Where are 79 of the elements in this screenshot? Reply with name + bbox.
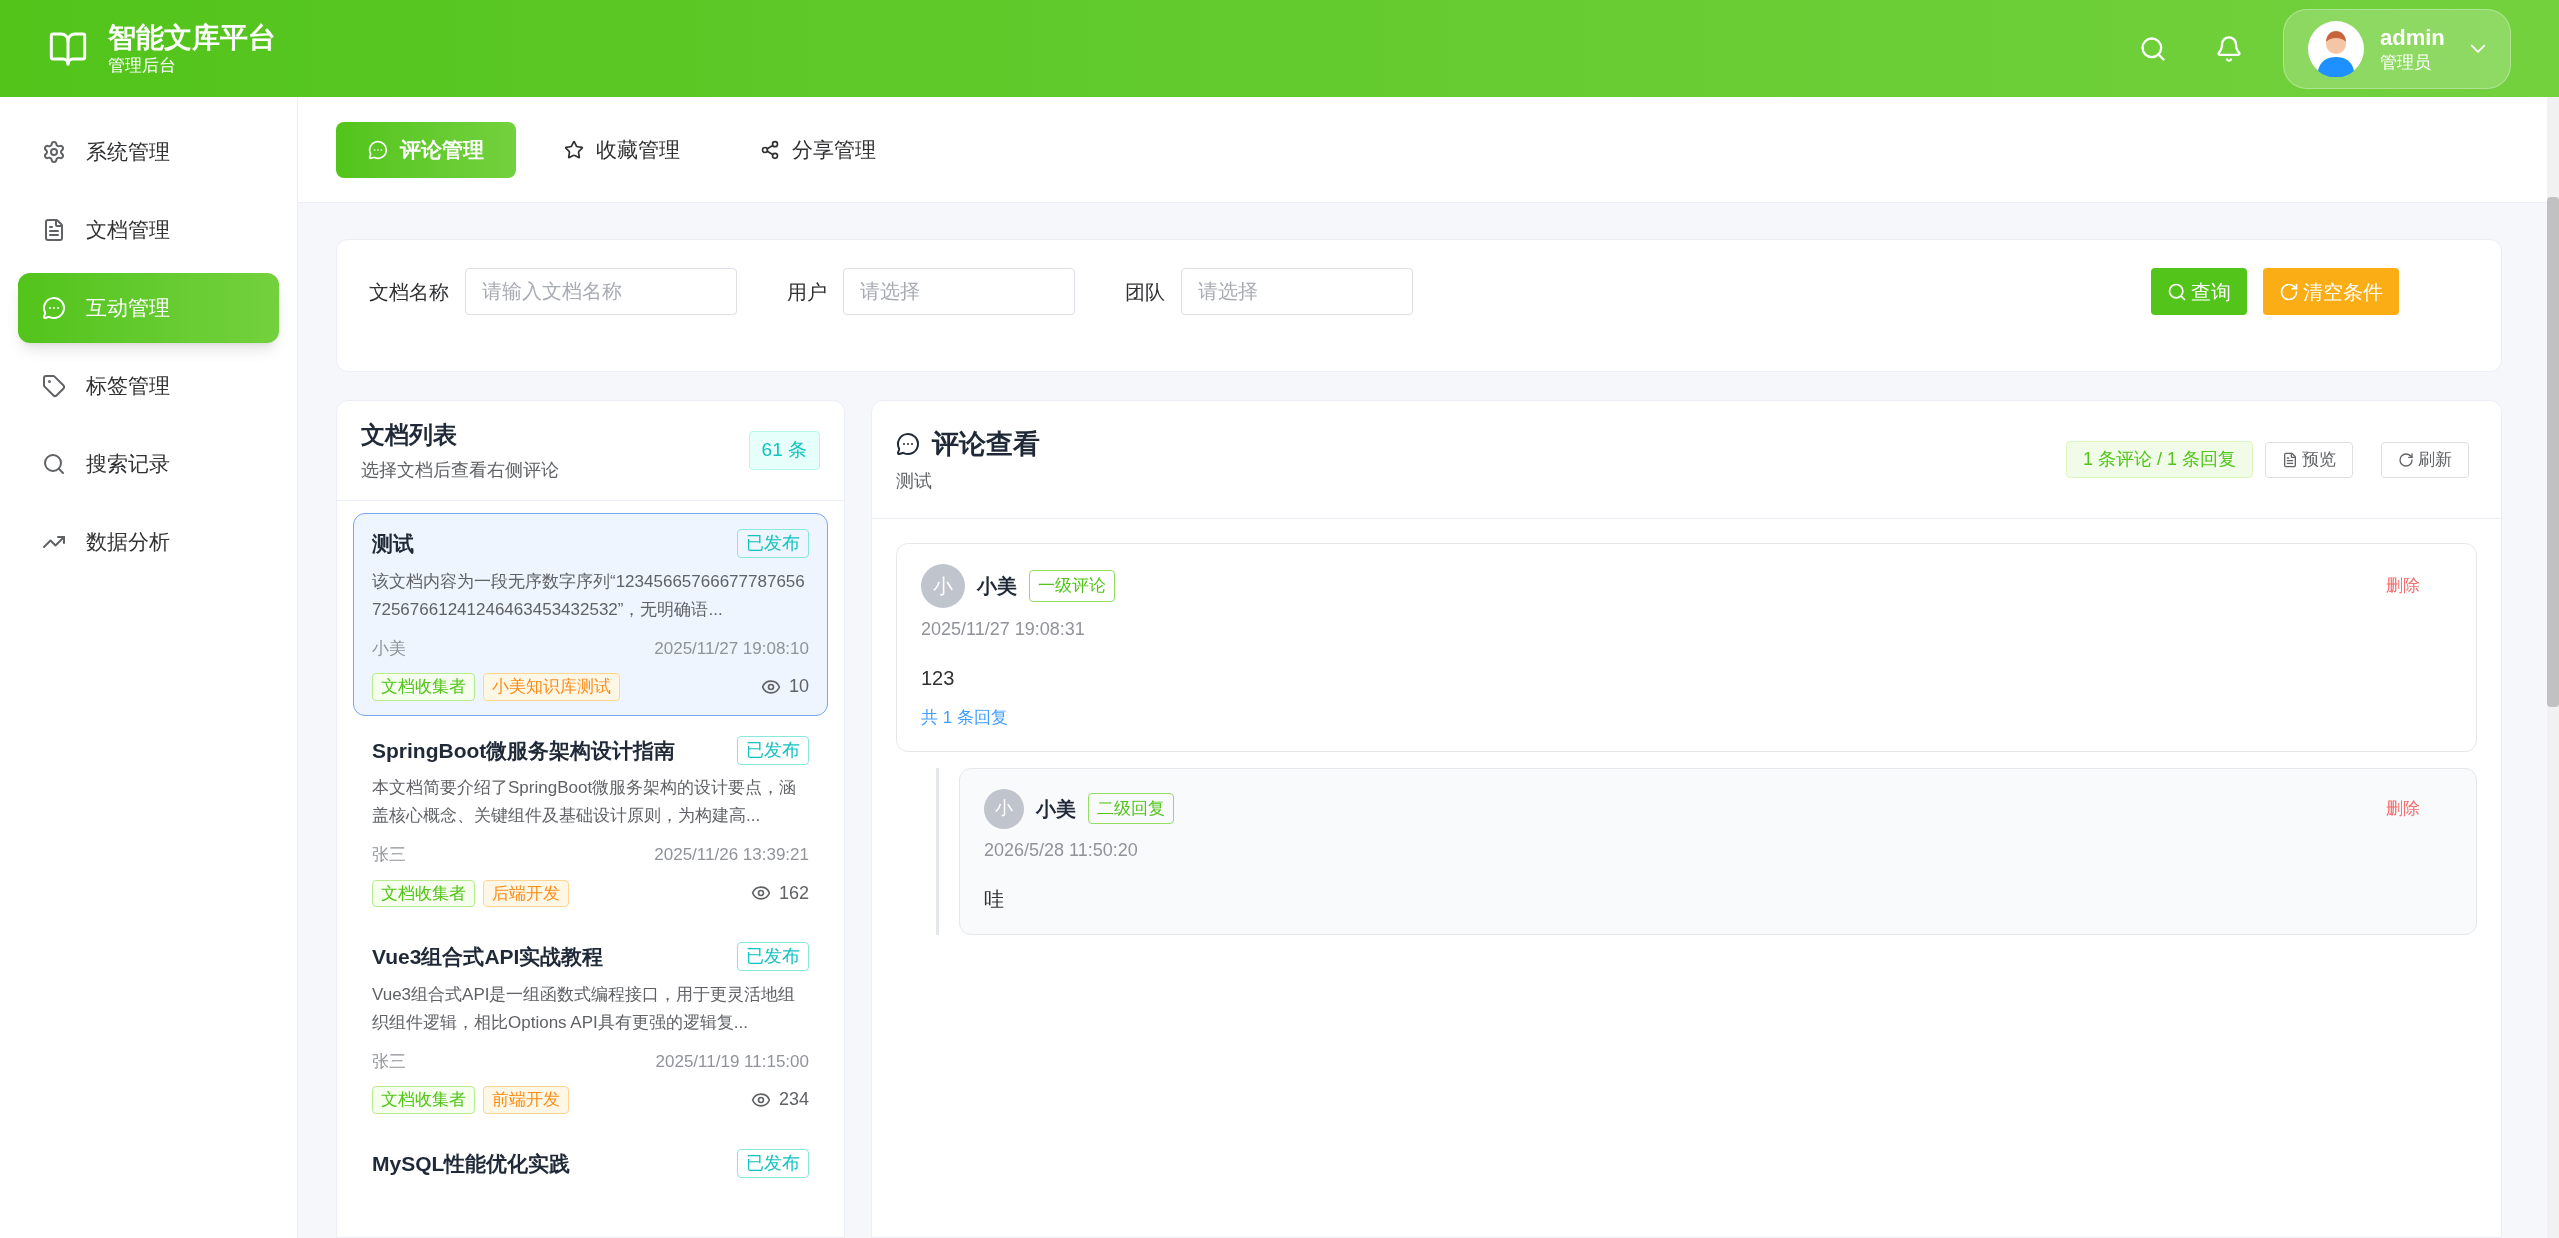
document-tag: 前端开发 bbox=[483, 1086, 569, 1114]
search-icon[interactable] bbox=[2139, 34, 2167, 63]
comment-author: 小美 bbox=[1036, 796, 1076, 822]
document-tag: 文档收集者 bbox=[372, 879, 475, 907]
user-avatar: 小 bbox=[984, 788, 1024, 829]
bell-icon[interactable] bbox=[2215, 34, 2243, 63]
document-title: SpringBoot微服务架构设计指南 bbox=[372, 737, 676, 764]
sidebar-item[interactable]: 标签管理 bbox=[18, 351, 279, 421]
stats-badge: 1 条评论 / 1 条回复 bbox=[2065, 441, 2253, 478]
filter-field[interactable]: 请选择 bbox=[1181, 268, 1413, 315]
user-role: 管理员 bbox=[2380, 51, 2431, 73]
caret-icon bbox=[2470, 44, 2486, 53]
search-icon bbox=[2167, 281, 2187, 302]
status-tag: 已发布 bbox=[737, 942, 809, 972]
status-tag: 已发布 bbox=[737, 735, 809, 765]
comment-time: 2026/5/28 11:50:20 bbox=[984, 838, 1139, 862]
view-count: 234 bbox=[778, 1088, 809, 1112]
user-avatar: 小 bbox=[921, 564, 965, 608]
document-icon bbox=[42, 218, 66, 242]
panel-subtitle: 选择文档后查看右侧评论 bbox=[361, 459, 559, 482]
share-icon bbox=[760, 139, 780, 160]
app-title: 智能文库平台 bbox=[108, 21, 276, 56]
filter-label: 团队 bbox=[1125, 279, 1165, 305]
sidebar-item[interactable]: 文档管理 bbox=[18, 195, 279, 265]
chat-icon bbox=[42, 296, 66, 320]
chat-icon bbox=[368, 139, 388, 160]
comment-time: 2025/11/27 19:08:31 bbox=[921, 618, 1086, 641]
comment-author: 小美 bbox=[977, 574, 1017, 599]
view-count: 10 bbox=[788, 675, 809, 699]
document-time: 2025/11/27 19:08:10 bbox=[654, 637, 809, 660]
filter-label: 文档名称 bbox=[369, 279, 449, 305]
status-tag: 已发布 bbox=[737, 529, 809, 559]
document-title: Vue3组合式API实战教程 bbox=[372, 944, 604, 970]
refresh-button[interactable]: 刷新 bbox=[2381, 441, 2469, 478]
gear-icon bbox=[42, 140, 66, 164]
document-author: 张三 bbox=[372, 844, 406, 866]
document-tag: 文档收集者 bbox=[372, 1086, 475, 1114]
count-badge: 61 条 bbox=[748, 431, 820, 470]
document-tag: 文档收集者 bbox=[372, 673, 475, 701]
filter-label: 用户 bbox=[787, 279, 827, 305]
document-tag: 后端开发 bbox=[483, 879, 569, 907]
user-name: admin bbox=[2380, 24, 2445, 52]
panel-subtitle: 测试 bbox=[896, 470, 933, 494]
status-tag: 已发布 bbox=[737, 1148, 809, 1178]
tab[interactable]: 收藏管理 bbox=[532, 121, 712, 178]
comment-level-tag: 一级评论 bbox=[1029, 570, 1115, 602]
sidebar-item[interactable]: 搜索记录 bbox=[18, 429, 279, 499]
document-summary: Vue3组合式API是一组函数式编程接口，用于更灵活地组织组件逻辑，相比Options API具有更强的逻辑复... bbox=[372, 983, 797, 1034]
chat-icon bbox=[896, 432, 920, 456]
search-icon bbox=[42, 452, 66, 476]
star-icon bbox=[564, 139, 584, 160]
tab[interactable]: 分享管理 bbox=[728, 121, 908, 178]
document-time: 2025/11/19 11:15:00 bbox=[655, 1050, 809, 1073]
document-title: MySQL性能优化实践 bbox=[372, 1150, 571, 1177]
filter-field[interactable]: 请输入文档名称 bbox=[465, 268, 737, 315]
tag-icon bbox=[42, 374, 66, 398]
document-item[interactable]: 测试 已发布 该文档内容为一段无序数字序列“1234566576667778765672567661241246463453432532”，无明确语... 小美 2025/11/27 19:08:10 文档收集者 小美知识库测试 10 bbox=[353, 513, 828, 716]
document-author: 张三 bbox=[372, 1050, 406, 1073]
preview-button[interactable]: 预览 bbox=[2265, 441, 2353, 478]
refresh-icon bbox=[2398, 451, 2414, 468]
refresh-icon bbox=[2279, 281, 2299, 302]
app-subtitle: 管理后台 bbox=[108, 55, 177, 77]
document-time: 2025/11/26 13:39:21 bbox=[654, 844, 809, 866]
panel-title: 评论查看 bbox=[932, 427, 1040, 461]
comment-content: 123 bbox=[921, 666, 956, 691]
document-tag: 小美知识库测试 bbox=[483, 673, 620, 701]
sidebar-item[interactable]: 数据分析 bbox=[18, 507, 279, 577]
document-summary: 该文档内容为一段无序数字序列“1234566576667778765672567661241246463453432532”，无明确语... bbox=[372, 570, 806, 621]
document-summary: 本文档简要介绍了SpringBoot微服务架构的设计要点，涵盖核心概念、关键组件及基础设计原则，为构建高... bbox=[372, 777, 798, 827]
filter-field[interactable]: 请选择 bbox=[843, 268, 1075, 315]
document-title: 测试 bbox=[372, 531, 414, 557]
view-count: 162 bbox=[778, 881, 809, 905]
sidebar-item[interactable]: 系统管理 bbox=[18, 117, 279, 187]
panel-title: 文档列表 bbox=[361, 420, 458, 450]
comment-content: 哇 bbox=[984, 886, 1005, 912]
comment-level-tag: 二级回复 bbox=[1088, 792, 1174, 825]
avatar-icon bbox=[2308, 20, 2364, 77]
document-author: 小美 bbox=[372, 637, 406, 660]
document-icon bbox=[2282, 451, 2298, 468]
